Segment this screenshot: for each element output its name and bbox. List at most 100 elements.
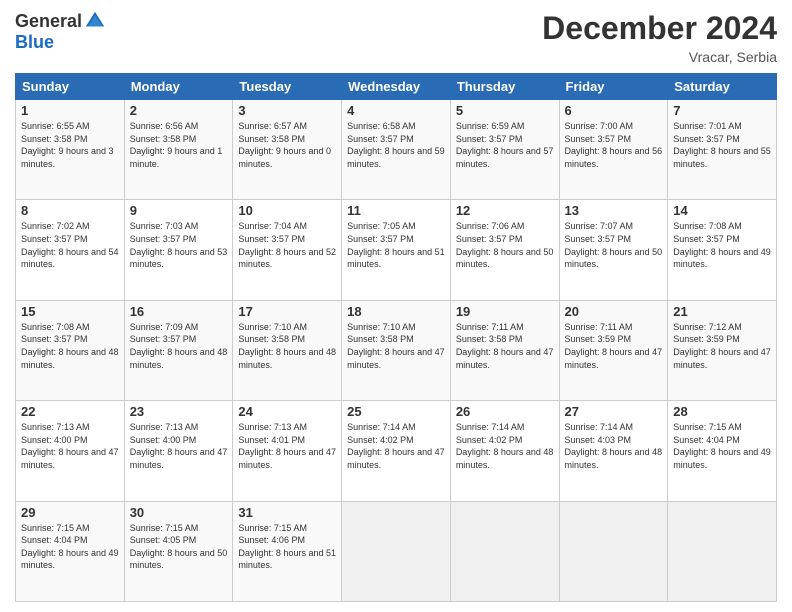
day-number: 27 (565, 404, 663, 419)
daylight-label: Daylight: 8 hours and 47 minutes. (347, 447, 445, 470)
sunset-label: Sunset: 3:57 PM (347, 134, 414, 144)
cell-content: Sunrise: 7:05 AM Sunset: 3:57 PM Dayligh… (347, 220, 445, 270)
sunset-label: Sunset: 4:05 PM (130, 535, 197, 545)
sunrise-label: Sunrise: 7:03 AM (130, 221, 199, 231)
calendar-week-2: 8 Sunrise: 7:02 AM Sunset: 3:57 PM Dayli… (16, 200, 777, 300)
day-number: 14 (673, 203, 771, 218)
day-number: 4 (347, 103, 445, 118)
sunset-label: Sunset: 4:00 PM (130, 435, 197, 445)
cell-content: Sunrise: 7:02 AM Sunset: 3:57 PM Dayligh… (21, 220, 119, 270)
cell-content: Sunrise: 7:12 AM Sunset: 3:59 PM Dayligh… (673, 321, 771, 371)
sunset-label: Sunset: 3:57 PM (565, 234, 632, 244)
sunrise-label: Sunrise: 7:11 AM (565, 322, 633, 332)
day-number: 18 (347, 304, 445, 319)
cell-content: Sunrise: 7:06 AM Sunset: 3:57 PM Dayligh… (456, 220, 554, 270)
daylight-label: Daylight: 8 hours and 59 minutes. (347, 146, 445, 169)
calendar-cell: 24 Sunrise: 7:13 AM Sunset: 4:01 PM Dayl… (233, 401, 342, 501)
cell-content: Sunrise: 7:13 AM Sunset: 4:01 PM Dayligh… (238, 421, 336, 471)
sunset-label: Sunset: 3:57 PM (21, 334, 88, 344)
sunrise-label: Sunrise: 7:11 AM (456, 322, 524, 332)
sunset-label: Sunset: 3:58 PM (21, 134, 88, 144)
sunset-label: Sunset: 4:02 PM (456, 435, 523, 445)
calendar-week-5: 29 Sunrise: 7:15 AM Sunset: 4:04 PM Dayl… (16, 501, 777, 601)
sunset-label: Sunset: 3:57 PM (347, 234, 414, 244)
calendar-cell: 14 Sunrise: 7:08 AM Sunset: 3:57 PM Dayl… (668, 200, 777, 300)
logo-icon (84, 10, 106, 32)
sunrise-label: Sunrise: 7:15 AM (130, 523, 199, 533)
cell-content: Sunrise: 7:15 AM Sunset: 4:04 PM Dayligh… (21, 522, 119, 572)
daylight-label: Daylight: 8 hours and 57 minutes. (456, 146, 554, 169)
calendar-cell (450, 501, 559, 601)
sunset-label: Sunset: 4:04 PM (673, 435, 740, 445)
day-number: 2 (130, 103, 228, 118)
col-saturday: Saturday (668, 74, 777, 100)
sunset-label: Sunset: 3:58 PM (347, 334, 414, 344)
calendar-cell: 4 Sunrise: 6:58 AM Sunset: 3:57 PM Dayli… (342, 100, 451, 200)
day-number: 5 (456, 103, 554, 118)
cell-content: Sunrise: 6:58 AM Sunset: 3:57 PM Dayligh… (347, 120, 445, 170)
col-friday: Friday (559, 74, 668, 100)
day-number: 8 (21, 203, 119, 218)
sunrise-label: Sunrise: 7:12 AM (673, 322, 742, 332)
day-number: 3 (238, 103, 336, 118)
sunset-label: Sunset: 3:59 PM (565, 334, 632, 344)
cell-content: Sunrise: 7:00 AM Sunset: 3:57 PM Dayligh… (565, 120, 663, 170)
day-number: 7 (673, 103, 771, 118)
sunset-label: Sunset: 3:57 PM (130, 234, 197, 244)
sunrise-label: Sunrise: 7:05 AM (347, 221, 416, 231)
sunrise-label: Sunrise: 7:10 AM (347, 322, 416, 332)
cell-content: Sunrise: 7:14 AM Sunset: 4:03 PM Dayligh… (565, 421, 663, 471)
calendar-cell: 21 Sunrise: 7:12 AM Sunset: 3:59 PM Dayl… (668, 300, 777, 400)
day-number: 13 (565, 203, 663, 218)
day-number: 10 (238, 203, 336, 218)
daylight-label: Daylight: 8 hours and 48 minutes. (130, 347, 228, 370)
sunset-label: Sunset: 3:57 PM (673, 234, 740, 244)
day-number: 24 (238, 404, 336, 419)
cell-content: Sunrise: 7:04 AM Sunset: 3:57 PM Dayligh… (238, 220, 336, 270)
col-wednesday: Wednesday (342, 74, 451, 100)
sunset-label: Sunset: 3:58 PM (130, 134, 197, 144)
sunrise-label: Sunrise: 7:04 AM (238, 221, 307, 231)
sunset-label: Sunset: 3:59 PM (673, 334, 740, 344)
cell-content: Sunrise: 7:13 AM Sunset: 4:00 PM Dayligh… (130, 421, 228, 471)
sunset-label: Sunset: 3:57 PM (565, 134, 632, 144)
sunrise-label: Sunrise: 7:14 AM (347, 422, 416, 432)
calendar-cell: 25 Sunrise: 7:14 AM Sunset: 4:02 PM Dayl… (342, 401, 451, 501)
cell-content: Sunrise: 7:08 AM Sunset: 3:57 PM Dayligh… (21, 321, 119, 371)
day-number: 16 (130, 304, 228, 319)
sunrise-label: Sunrise: 6:57 AM (238, 121, 307, 131)
sunrise-label: Sunrise: 7:09 AM (130, 322, 199, 332)
calendar-cell: 10 Sunrise: 7:04 AM Sunset: 3:57 PM Dayl… (233, 200, 342, 300)
sunset-label: Sunset: 3:58 PM (238, 134, 305, 144)
cell-content: Sunrise: 7:10 AM Sunset: 3:58 PM Dayligh… (238, 321, 336, 371)
day-number: 9 (130, 203, 228, 218)
daylight-label: Daylight: 8 hours and 47 minutes. (238, 447, 336, 470)
calendar-cell: 29 Sunrise: 7:15 AM Sunset: 4:04 PM Dayl… (16, 501, 125, 601)
cell-content: Sunrise: 7:15 AM Sunset: 4:06 PM Dayligh… (238, 522, 336, 572)
sunset-label: Sunset: 3:57 PM (21, 234, 88, 244)
cell-content: Sunrise: 6:59 AM Sunset: 3:57 PM Dayligh… (456, 120, 554, 170)
daylight-label: Daylight: 8 hours and 53 minutes. (130, 247, 228, 270)
sunset-label: Sunset: 4:01 PM (238, 435, 305, 445)
sunrise-label: Sunrise: 7:02 AM (21, 221, 90, 231)
calendar-cell: 20 Sunrise: 7:11 AM Sunset: 3:59 PM Dayl… (559, 300, 668, 400)
day-number: 22 (21, 404, 119, 419)
cell-content: Sunrise: 7:14 AM Sunset: 4:02 PM Dayligh… (456, 421, 554, 471)
daylight-label: Daylight: 8 hours and 51 minutes. (238, 548, 336, 571)
calendar-cell: 6 Sunrise: 7:00 AM Sunset: 3:57 PM Dayli… (559, 100, 668, 200)
col-sunday: Sunday (16, 74, 125, 100)
col-thursday: Thursday (450, 74, 559, 100)
calendar-cell: 31 Sunrise: 7:15 AM Sunset: 4:06 PM Dayl… (233, 501, 342, 601)
weekday-row: Sunday Monday Tuesday Wednesday Thursday… (16, 74, 777, 100)
sunrise-label: Sunrise: 7:08 AM (21, 322, 90, 332)
calendar-cell: 9 Sunrise: 7:03 AM Sunset: 3:57 PM Dayli… (124, 200, 233, 300)
cell-content: Sunrise: 7:07 AM Sunset: 3:57 PM Dayligh… (565, 220, 663, 270)
calendar-cell: 28 Sunrise: 7:15 AM Sunset: 4:04 PM Dayl… (668, 401, 777, 501)
daylight-label: Daylight: 8 hours and 49 minutes. (673, 447, 771, 470)
calendar-cell: 27 Sunrise: 7:14 AM Sunset: 4:03 PM Dayl… (559, 401, 668, 501)
cell-content: Sunrise: 7:15 AM Sunset: 4:05 PM Dayligh… (130, 522, 228, 572)
calendar-cell (668, 501, 777, 601)
calendar-cell: 8 Sunrise: 7:02 AM Sunset: 3:57 PM Dayli… (16, 200, 125, 300)
sunrise-label: Sunrise: 7:10 AM (238, 322, 307, 332)
sunset-label: Sunset: 3:58 PM (238, 334, 305, 344)
